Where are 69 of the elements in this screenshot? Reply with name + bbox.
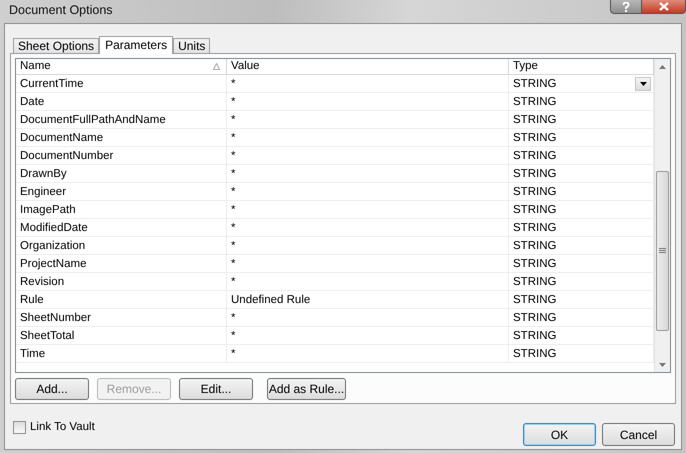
table-cell: STRING xyxy=(513,274,556,288)
table-cell: STRING xyxy=(513,202,556,216)
table-cell: * xyxy=(227,255,509,272)
table-cell: * xyxy=(227,93,509,110)
table-cell: * xyxy=(227,75,509,92)
table-cell: DocumentFullPathAndName xyxy=(16,111,227,128)
table-cell: DocumentName xyxy=(16,129,227,146)
table-cell: STRING xyxy=(513,238,556,252)
table-cell: STRING xyxy=(513,76,556,90)
cancel-button[interactable]: Cancel xyxy=(602,423,675,446)
table-cell: * xyxy=(227,327,509,344)
window-title: Document Options xyxy=(9,2,113,19)
tab[interactable]: Units xyxy=(173,38,210,53)
table-cell: ModifiedDate xyxy=(16,219,227,236)
table-cell: * xyxy=(227,165,509,182)
table-cell: STRING xyxy=(513,256,556,270)
table-cell: Revision xyxy=(16,273,227,290)
table-cell: * xyxy=(227,147,509,164)
checkbox[interactable] xyxy=(13,420,26,434)
table-cell: ImagePath xyxy=(16,201,227,218)
table-cell: CurrentTime xyxy=(16,75,227,92)
table-cell: STRING xyxy=(513,184,556,198)
help-icon xyxy=(621,2,631,12)
table-cell: STRING xyxy=(513,346,556,360)
ok-button[interactable]: OK xyxy=(523,423,596,446)
column-header[interactable]: Value xyxy=(227,59,509,74)
help-button[interactable] xyxy=(610,0,642,14)
table-cell: * xyxy=(227,201,509,218)
table-cell: DrawnBy xyxy=(16,165,227,182)
tab[interactable]: Parameters xyxy=(99,36,174,54)
table-cell: Organization xyxy=(16,237,227,254)
tab[interactable]: Sheet Options xyxy=(13,38,100,53)
table-action-button[interactable]: Add... xyxy=(15,378,89,400)
table-cell: DocumentNumber xyxy=(16,147,227,164)
scrollbar[interactable] xyxy=(654,59,670,372)
table-cell: Undefined Rule xyxy=(227,291,509,308)
scrollbar-thumb[interactable] xyxy=(656,171,669,331)
table-cell: STRING xyxy=(513,94,556,108)
table-cell: * xyxy=(227,309,509,326)
table-cell: * xyxy=(227,111,509,128)
table-cell: Date xyxy=(16,93,227,110)
table-cell: ProjectName xyxy=(16,255,227,272)
table-cell: * xyxy=(227,219,509,236)
table-cell: * xyxy=(227,273,509,290)
column-header[interactable]: Name xyxy=(16,59,227,74)
table-cell: STRING xyxy=(513,292,556,306)
table-cell: STRING xyxy=(513,166,556,180)
close-button[interactable] xyxy=(642,0,686,14)
table-cell: STRING xyxy=(513,130,556,144)
table-cell: * xyxy=(227,183,509,200)
checkbox-label[interactable]: Link To Vault xyxy=(30,420,95,434)
table-cell: Time xyxy=(16,345,227,362)
table-action-button[interactable]: Add as Rule... xyxy=(267,378,346,400)
table-cell: * xyxy=(227,129,509,146)
table-cell: STRING xyxy=(513,148,556,162)
table-cell: Engineer xyxy=(16,183,227,200)
dropdown-button[interactable] xyxy=(635,76,651,90)
table-cell: STRING xyxy=(513,328,556,342)
table-cell: Rule xyxy=(16,291,227,308)
table-cell: STRING xyxy=(513,310,556,324)
close-icon xyxy=(658,2,668,11)
table-cell: STRING xyxy=(513,220,556,234)
table-cell: SheetTotal xyxy=(16,327,227,344)
table-cell: * xyxy=(227,237,509,254)
table-cell: SheetNumber xyxy=(16,309,227,326)
caret-icon xyxy=(640,82,646,86)
table-action-button[interactable]: Edit... xyxy=(179,378,253,400)
table-cell: STRING xyxy=(513,112,556,126)
table-cell: * xyxy=(227,345,509,362)
